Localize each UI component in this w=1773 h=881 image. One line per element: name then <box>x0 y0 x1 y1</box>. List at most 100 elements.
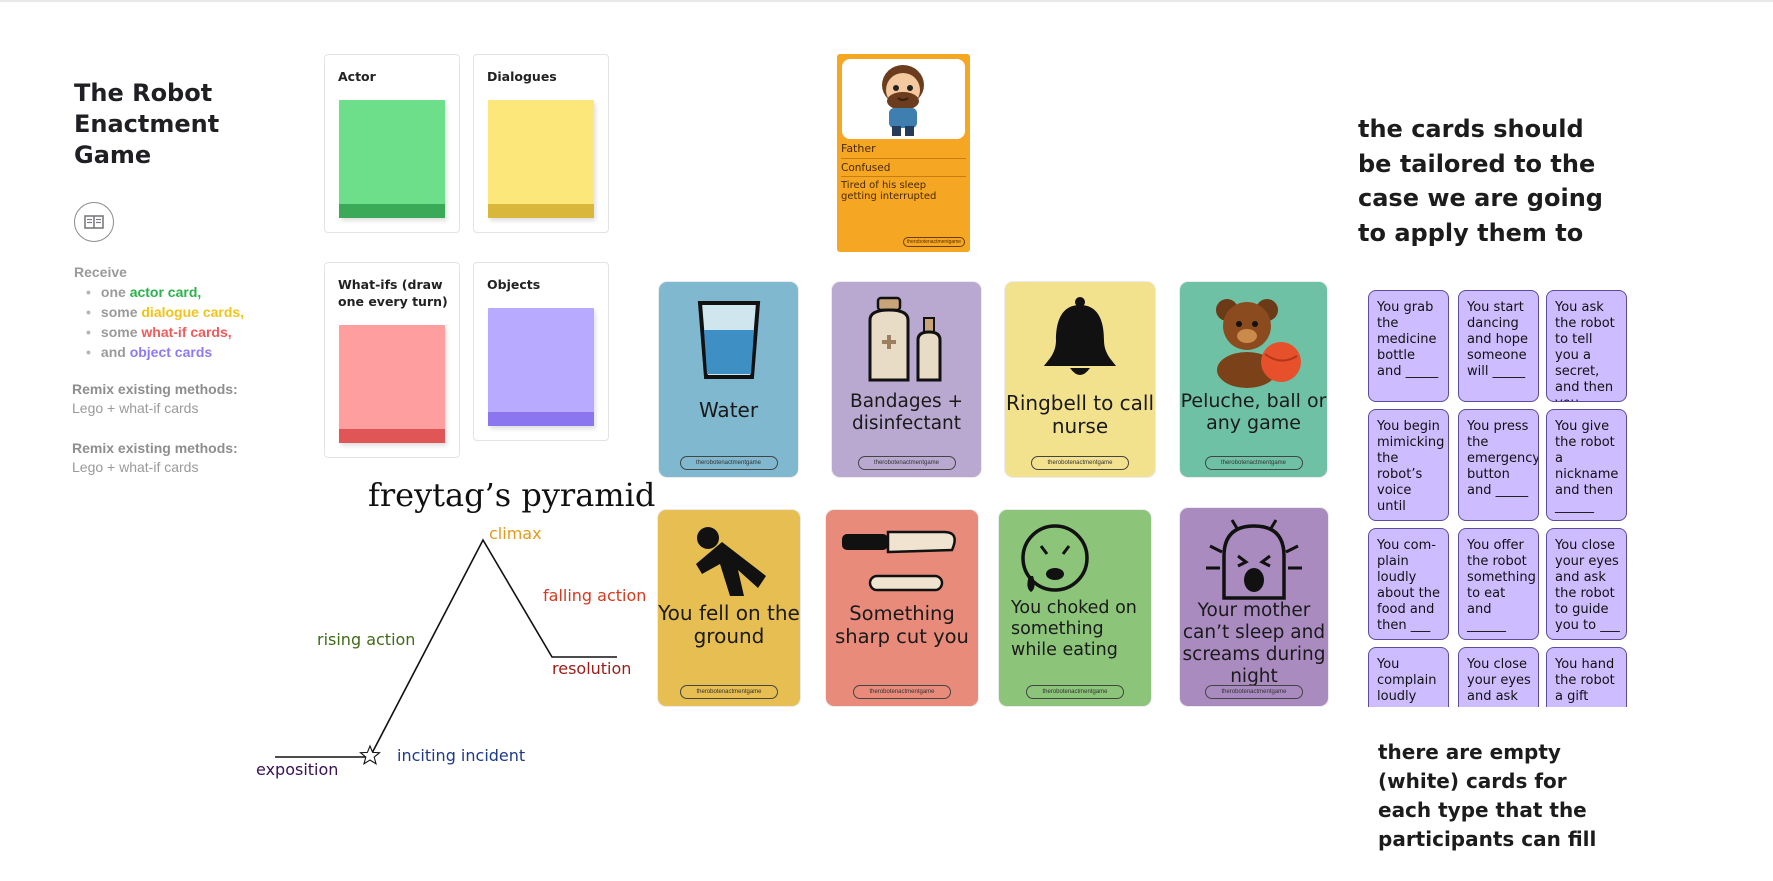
prompt-card[interactable]: You start dancing and hope someone will … <box>1458 290 1539 402</box>
whatif-card-mother[interactable]: Your mother can’t sleep and screams duri… <box>1180 508 1328 706</box>
object-card-ringbell[interactable]: Ringbell to call nurse therobotenactment… <box>1005 282 1155 477</box>
object-card-bandages[interactable]: Bandages + disinfectant therobotenactmen… <box>832 282 981 477</box>
card-text: Peluche, ball or any game <box>1180 390 1327 434</box>
prompt-card[interactable]: You com-plain loudly about the food and … <box>1368 528 1449 640</box>
note-band <box>339 204 445 218</box>
bell-icon <box>1044 297 1116 375</box>
actor-mood: Confused <box>841 162 891 174</box>
choking-face-icon <box>1021 524 1089 592</box>
receive-item-highlight: object cards <box>129 344 213 360</box>
card-text: You fell on the ground <box>658 601 800 648</box>
remix-text: Lego + what-if cards <box>72 459 199 475</box>
whatif-card-fell[interactable]: You fell on the ground therobotenactment… <box>658 510 800 706</box>
pyramid-label-rising: rising action <box>317 630 416 649</box>
note-band <box>339 429 445 443</box>
prompt-card[interactable]: You grab the medicine bottle and _____ <box>1368 290 1449 402</box>
receive-item-prefix: one <box>100 284 130 300</box>
actor-description: Tired of his sleep getting interrupted <box>841 180 937 202</box>
sticky-note-actor[interactable] <box>339 100 445 218</box>
card-footer: therobotenactmentgame <box>857 456 956 470</box>
object-card-peluche[interactable]: Peluche, ball or any game therobotenactm… <box>1180 282 1327 477</box>
receive-list: one actor card,some dialogue cards,some … <box>86 282 244 362</box>
sticky-note-dialogues[interactable] <box>488 100 594 218</box>
object-card-water[interactable]: Water therobotenactmentgame <box>659 282 798 477</box>
sticky-note-whatifs[interactable] <box>339 325 445 443</box>
pyramid-diagram <box>275 538 617 766</box>
book-icon[interactable] <box>74 202 114 242</box>
card-footer: therobotenactmentgame <box>679 456 778 470</box>
prompt-card[interactable]: You hand the robot a gift <box>1546 647 1627 707</box>
pyramid-label-resolution: resolution <box>552 659 632 678</box>
falling-person-icon <box>696 527 766 596</box>
prompt-card[interactable]: You close your eyes and ask <box>1458 647 1539 707</box>
knife-icon <box>842 530 956 592</box>
sticky-note-objects[interactable] <box>488 308 594 426</box>
star-icon <box>359 744 381 766</box>
receive-item-prefix: some <box>100 324 142 340</box>
prompt-card[interactable]: You begin mimicking the robot’s voice un… <box>1368 409 1449 521</box>
prompt-card[interactable]: You ask the robot to tell you a secret, … <box>1546 290 1627 402</box>
receive-item-prefix: some <box>100 304 142 320</box>
sticky-label: Actor <box>338 69 376 84</box>
card-footer: therobotenactmentgame <box>1204 456 1303 470</box>
sticky-panel-actor[interactable]: Actor <box>324 54 460 233</box>
card-text: Water <box>698 398 759 422</box>
note-band <box>488 412 594 426</box>
card-text: Ringbell to call nurse <box>1005 391 1155 438</box>
pyramid-label-inciting: inciting incident <box>397 746 526 765</box>
receive-item: one actor card, <box>86 282 244 302</box>
receive-item-prefix: and <box>100 344 130 360</box>
prompt-card[interactable]: You press the emergency button and _____ <box>1458 409 1539 521</box>
receive-item: and object cards <box>86 342 244 362</box>
whatif-card-choked[interactable]: You choked on something while eating the… <box>999 510 1151 706</box>
sticky-panel-objects[interactable]: Objects <box>473 262 609 441</box>
screaming-face-icon <box>1206 519 1302 600</box>
sticky-panel-dialogues[interactable]: Dialogues <box>473 54 609 233</box>
board-title: The Robot Enactment Game <box>74 79 220 169</box>
card-footer: therobotenactmentgame <box>853 685 951 699</box>
actor-role: Father <box>841 142 876 155</box>
prompt-card[interactable]: You offer the robot something to eat and… <box>1458 528 1539 640</box>
divider <box>841 158 966 159</box>
teddy-bear-icon <box>1216 299 1301 388</box>
card-text: You choked on something while eating <box>1011 598 1137 660</box>
father-illustration <box>842 59 965 139</box>
actor-card[interactable]: Father Confused Tired of his sleep getti… <box>837 54 970 252</box>
prompt-card[interactable]: You give the robot a nickname and then _… <box>1546 409 1627 521</box>
remix-heading: Remix existing methods: <box>72 381 238 397</box>
receive-item: some dialogue cards, <box>86 302 244 322</box>
pyramid-label-exposition: exposition <box>256 760 339 779</box>
card-footer: therobotenactmentgame <box>1031 456 1129 470</box>
divider <box>841 176 966 177</box>
note-band <box>488 204 594 218</box>
pyramid-label-climax: climax <box>489 524 542 543</box>
prompt-card[interactable]: You complain loudly <box>1368 647 1449 707</box>
card-footer: therobotenactmentgame <box>1205 685 1303 699</box>
remix-block-1: Remix existing methods: Lego + what-if c… <box>72 381 238 416</box>
remix-block-2: Remix existing methods: Lego + what-if c… <box>72 440 238 475</box>
card-footer: therobotenactmentgame <box>1026 685 1124 699</box>
whatif-card-sharp[interactable]: Something sharp cut you therobotenactmen… <box>826 510 978 706</box>
card-text: Something sharp cut you <box>835 602 969 648</box>
prompt-card[interactable]: You close your eyes and ask the robot to… <box>1546 528 1627 640</box>
sticky-label: Objects <box>487 277 541 292</box>
receive-item-highlight: dialogue cards, <box>141 304 245 320</box>
remix-heading: Remix existing methods: <box>72 440 238 456</box>
prompt-card-grid: You grab the medicine bottle and _____ Yo… <box>1368 288 1633 707</box>
card-text: Bandages + disinfectant <box>850 391 963 434</box>
card-text: Your mother can’t sleep and screams duri… <box>1182 600 1326 687</box>
pyramid-title: freytag’s pyramid <box>368 476 656 514</box>
receive-item-highlight: what-if cards, <box>141 324 232 340</box>
receive-item-highlight: actor card, <box>129 284 202 300</box>
receive-label: Receive <box>74 264 127 280</box>
note-tailored: the cards should be tailored to the case… <box>1358 115 1603 247</box>
top-border <box>0 0 1773 2</box>
card-footer: therobotenactmentgame <box>680 685 778 699</box>
sticky-label: Dialogues <box>487 69 557 84</box>
receive-item: some what-if cards, <box>86 322 244 342</box>
pyramid-label-falling: falling action <box>543 586 647 605</box>
sticky-label: What-ifs (draw one every turn) <box>338 277 448 309</box>
sticky-panel-whatifs[interactable]: What-ifs (draw one every turn) <box>324 262 460 458</box>
medicine-bottles-icon <box>868 296 942 382</box>
glass-of-water-icon <box>697 301 761 379</box>
